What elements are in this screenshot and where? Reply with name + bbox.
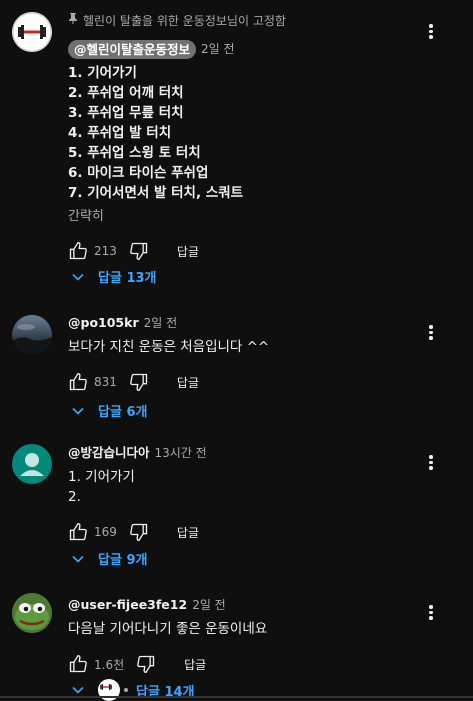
- comment-text: 다음날 기어다니기 좋은 운동이네요: [68, 621, 268, 637]
- author-name[interactable]: @헬린이탈출운동정보: [68, 39, 197, 59]
- thumb-up-icon[interactable]: [68, 241, 88, 261]
- comment-body: @po105kr 2일 전 보다가 지친 운동은 처음입니다 ^^ 831 답글: [68, 313, 417, 397]
- reply-button[interactable]: 답글: [177, 374, 199, 391]
- like-count: 213: [94, 244, 117, 258]
- avatar[interactable]: [12, 12, 52, 52]
- comment-meta: @po105kr 2일 전: [68, 313, 417, 333]
- more-vert-icon[interactable]: [421, 603, 441, 623]
- pinned-indicator: 헬린이 탈출을 위한 운동정보님이 고정함: [68, 12, 417, 30]
- thumb-up-icon[interactable]: [68, 522, 88, 542]
- comment-text: 보다가 지친 운동은 처음입니다 ^^: [68, 339, 270, 355]
- comment-body: @user-fijee3fe12 2일 전 다음날 기어다니기 좋은 운동이네요…: [68, 595, 417, 679]
- view-replies-button[interactable]: 답글 6개: [70, 401, 147, 420]
- chevron-down-icon: [72, 555, 84, 563]
- comment-meta: @user-fijee3fe12 2일 전: [68, 595, 417, 615]
- frog-avatar-icon: [12, 593, 52, 633]
- more-vert-icon[interactable]: [421, 323, 441, 343]
- avatar-image: [12, 315, 52, 355]
- replies-count: 답글 6개: [98, 405, 148, 420]
- chevron-down-icon: [72, 407, 84, 415]
- thumb-up-icon[interactable]: [68, 372, 88, 392]
- comment-time[interactable]: 13시간 전: [155, 443, 207, 463]
- author-name[interactable]: @user-fijee3fe12: [68, 595, 187, 615]
- dumbbell-logo-icon: [12, 12, 52, 52]
- author-name[interactable]: @po105kr: [68, 313, 139, 333]
- thumb-down-icon[interactable]: [136, 654, 156, 674]
- thumb-up-icon[interactable]: [68, 654, 88, 674]
- comment-body: 헬린이 탈출을 위한 운동정보님이 고정함 @헬린이탈출운동정보 2일 전 1.…: [68, 12, 417, 266]
- like-count: 831: [94, 375, 117, 389]
- comment-body: @방감습니다아 13시간 전 1. 기어가기 2. 169 답글: [68, 443, 417, 547]
- comment-time[interactable]: 2일 전: [192, 595, 226, 615]
- show-less-link[interactable]: 간략히: [68, 208, 417, 226]
- comment: @po105kr 2일 전 보다가 지친 운동은 처음입니다 ^^ 831 답글…: [0, 311, 473, 421]
- comment-meta: @방감습니다아 13시간 전: [68, 443, 417, 463]
- default-avatar-icon: [20, 453, 44, 476]
- avatar[interactable]: [12, 444, 52, 484]
- comment-actions: 831 답글: [68, 367, 417, 397]
- comment: @user-fijee3fe12 2일 전 다음날 기어다니기 좋은 운동이네요…: [0, 591, 473, 701]
- like-count: 1.6천: [94, 657, 125, 672]
- pin-icon: [68, 12, 78, 30]
- bottom-divider: [0, 696, 473, 698]
- comment-actions: 169 답글: [68, 517, 417, 547]
- comment: @방감습니다아 13시간 전 1. 기어가기 2. 169 답글 답글 9개: [0, 441, 473, 571]
- reply-button[interactable]: 답글: [184, 656, 206, 673]
- comment-text: 1. 기어가기 2. 푸쉬업 어깨 터치 3. 푸쉬업 무릎 터치 4. 푸쉬업…: [68, 65, 244, 201]
- comment-actions: 213 답글: [68, 236, 417, 266]
- comment-time[interactable]: 2일 전: [201, 39, 235, 59]
- comment-pinned: 헬린이 탈출을 위한 운동정보님이 고정함 @헬린이탈출운동정보 2일 전 1.…: [0, 10, 473, 290]
- view-replies-button[interactable]: 답글 9개: [70, 549, 147, 568]
- separator-dot: [124, 688, 128, 692]
- pinned-label: 헬린이 탈출을 위한 운동정보님이 고정함: [83, 14, 286, 28]
- chevron-down-icon: [72, 273, 84, 281]
- thumb-down-icon[interactable]: [129, 241, 149, 261]
- view-replies-button[interactable]: 답글 13개: [70, 267, 157, 286]
- more-vert-icon[interactable]: [421, 453, 441, 473]
- dumbbell-logo-icon: [98, 679, 114, 695]
- comment-text: 1. 기어가기 2.: [68, 469, 135, 505]
- comment-actions: 1.6천 답글: [68, 649, 417, 679]
- like-count: 169: [94, 525, 117, 539]
- avatar[interactable]: [12, 593, 52, 633]
- replies-count: 답글 13개: [98, 271, 157, 286]
- reply-button[interactable]: 답글: [177, 524, 199, 541]
- comment-time[interactable]: 2일 전: [144, 313, 178, 333]
- author-name[interactable]: @방감습니다아: [68, 443, 150, 463]
- thumb-down-icon[interactable]: [129, 522, 149, 542]
- reply-button[interactable]: 답글: [177, 243, 199, 260]
- thumb-down-icon[interactable]: [129, 372, 149, 392]
- more-vert-icon[interactable]: [421, 22, 441, 42]
- comment-meta: @헬린이탈출운동정보 2일 전: [68, 39, 417, 59]
- replies-count: 답글 9개: [98, 553, 148, 568]
- avatar[interactable]: [12, 315, 52, 355]
